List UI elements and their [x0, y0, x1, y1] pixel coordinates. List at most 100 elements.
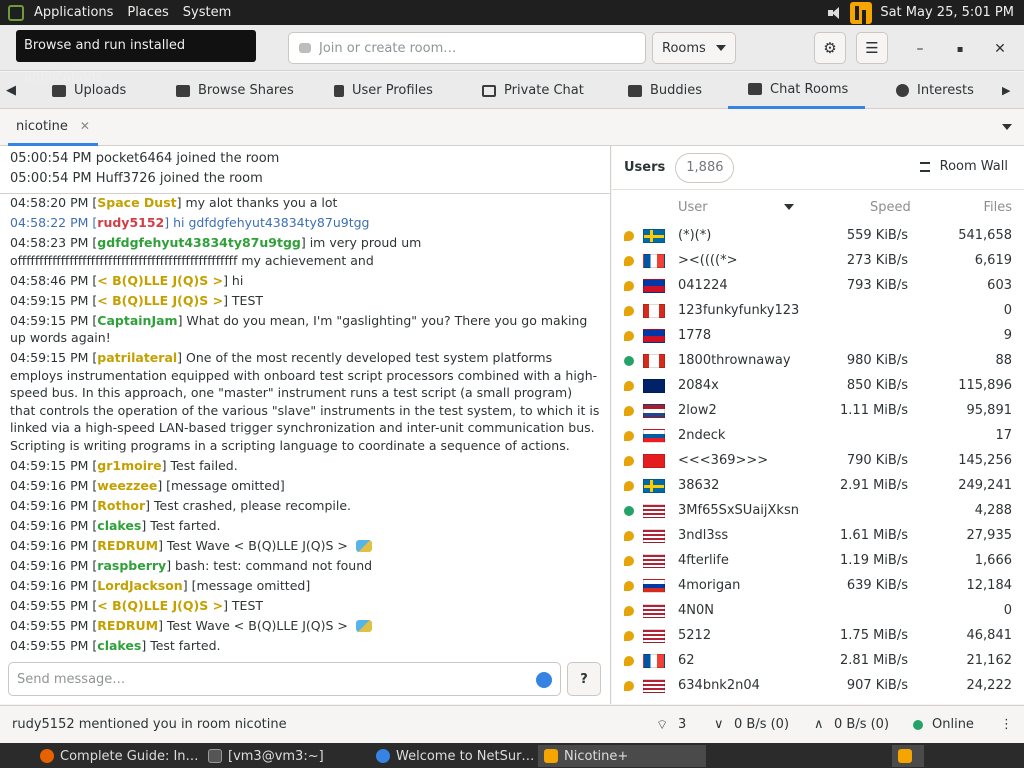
room-activity-log[interactable]: 05:00:54 PM pocket6464 joined the room 0…: [0, 146, 611, 194]
message-username[interactable]: gr1moire: [97, 458, 161, 473]
tab-browse-shares[interactable]: Browse Shares: [176, 72, 294, 109]
taskbar-workspace[interactable]: [892, 745, 924, 767]
message-username[interactable]: clakes: [97, 638, 141, 653]
message-username[interactable]: Space Dust: [97, 195, 176, 210]
rooms-dropdown[interactable]: Rooms: [652, 32, 736, 64]
user-name[interactable]: 1778: [678, 328, 711, 343]
sort-descending-icon[interactable]: [784, 204, 794, 210]
user-row[interactable]: <<<369>>> 790 KiB/s 145,256: [612, 449, 1024, 474]
more-vertical-icon[interactable]: ⋮: [1000, 717, 1013, 732]
tab-buddies[interactable]: Buddies: [628, 72, 702, 109]
message-username[interactable]: rudy5152: [97, 215, 164, 230]
join-room-input[interactable]: [319, 40, 619, 56]
user-name[interactable]: 634bnk2n04: [678, 678, 760, 693]
message-username[interactable]: raspberry: [97, 558, 166, 573]
user-name[interactable]: 2low2: [678, 403, 717, 418]
message-username[interactable]: patrilateral: [97, 350, 177, 365]
user-row[interactable]: ><((((*> 273 KiB/s 6,619: [612, 249, 1024, 274]
user-name[interactable]: 38632: [678, 478, 719, 493]
user-name[interactable]: 4morigan: [678, 578, 740, 593]
user-name[interactable]: <<<369>>>: [678, 453, 768, 468]
user-name[interactable]: ><((((*>: [678, 253, 737, 268]
user-row[interactable]: 62 2.81 MiB/s 21,162: [612, 649, 1024, 674]
message-username[interactable]: LordJackson: [97, 578, 182, 593]
message-username[interactable]: weezzee: [97, 478, 157, 493]
tab-private-chat[interactable]: Private Chat: [482, 72, 584, 109]
user-name[interactable]: 3Mf65SxSUaijXksn: [678, 503, 799, 518]
user-row[interactable]: 2ndeck 17: [612, 424, 1024, 449]
tab-user-profiles[interactable]: User Profiles: [334, 72, 433, 109]
user-row[interactable]: 123funkyfunky123 0: [612, 299, 1024, 324]
applications-menu[interactable]: Applications: [34, 5, 113, 20]
user-name[interactable]: 4fterlife: [678, 553, 729, 568]
nicotine-tray-icon[interactable]: [850, 1, 873, 24]
user-row[interactable]: 4N0N 0: [612, 599, 1024, 624]
taskbar-item-netsurf[interactable]: Welcome to NetSur…: [370, 745, 538, 767]
room-tab-nicotine[interactable]: nicotine ✕: [8, 109, 98, 146]
user-name[interactable]: 3ndl3ss: [678, 528, 728, 543]
preferences-button[interactable]: ⚙: [814, 32, 846, 64]
taskbar-item-nicotine[interactable]: Nicotine+: [538, 745, 706, 767]
user-row[interactable]: 1778 9: [612, 324, 1024, 349]
message-username[interactable]: REDRUM: [97, 538, 158, 553]
taskbar-item-browser[interactable]: Complete Guide: In…: [34, 745, 202, 767]
message-username[interactable]: clakes: [97, 518, 141, 533]
user-row[interactable]: 041224 793 KiB/s 603: [612, 274, 1024, 299]
tab-chat-rooms[interactable]: Chat Rooms: [728, 72, 865, 109]
online-status[interactable]: Online: [932, 717, 974, 732]
user-row[interactable]: (*)(*) 559 KiB/s 541,658: [612, 224, 1024, 249]
user-name[interactable]: 041224: [678, 278, 728, 293]
minimize-button[interactable]: –: [910, 39, 930, 59]
upload-speed[interactable]: 0 B/s (0): [834, 717, 889, 732]
user-name[interactable]: 4N0N: [678, 603, 714, 618]
message-username[interactable]: gdfdgfehyut43834ty87u9tgg: [97, 235, 301, 250]
message-username[interactable]: < B(Q)LLE J(Q)S >: [97, 598, 223, 613]
close-button[interactable]: ✕: [990, 39, 1010, 59]
tab-interests[interactable]: Interests: [896, 72, 974, 109]
message-username[interactable]: REDRUM: [97, 618, 158, 633]
download-speed[interactable]: 0 B/s (0): [734, 717, 789, 732]
user-name[interactable]: (*)(*): [678, 228, 711, 243]
user-row[interactable]: 3ndl3ss 1.61 MiB/s 27,935: [612, 524, 1024, 549]
column-files[interactable]: Files: [978, 200, 1012, 215]
clock[interactable]: Sat May 25, 5:01 PM: [880, 5, 1014, 20]
room-wall-button[interactable]: Room Wall: [919, 159, 1008, 174]
user-name[interactable]: 5212: [678, 628, 711, 643]
user-row[interactable]: 2low2 1.11 MiB/s 95,891: [612, 399, 1024, 424]
user-name[interactable]: 1800thrownaway: [678, 353, 791, 368]
maximize-button[interactable]: ▪: [950, 39, 970, 59]
user-row[interactable]: 1800thrownaway 980 KiB/s 88: [612, 349, 1024, 374]
send-message-input[interactable]: [17, 671, 517, 687]
user-row[interactable]: 634bnk2n04 907 KiB/s 24,222: [612, 674, 1024, 699]
send-message-field[interactable]: [8, 662, 561, 696]
message-username[interactable]: < B(Q)LLE J(Q)S >: [97, 273, 223, 288]
user-name[interactable]: 62: [678, 653, 695, 668]
tab-scroll-left[interactable]: ◀: [6, 72, 26, 109]
user-row[interactable]: 3Mf65SxSUaijXksn 4,288: [612, 499, 1024, 524]
user-row[interactable]: 2084x 850 KiB/s 115,896: [612, 374, 1024, 399]
chat-messages[interactable]: 04:58:20 PM [Space Dust] my alot thanks …: [0, 194, 611, 656]
user-row[interactable]: 5212 1.75 MiB/s 46,841: [612, 624, 1024, 649]
taskbar-item-terminal[interactable]: [vm3@vm3:~]: [202, 745, 368, 767]
close-icon[interactable]: ✕: [80, 119, 90, 133]
user-name[interactable]: 123funkyfunky123: [678, 303, 799, 318]
column-user[interactable]: User: [678, 200, 708, 215]
places-menu[interactable]: Places: [127, 5, 168, 20]
message-username[interactable]: < B(Q)LLE J(Q)S >: [97, 293, 223, 308]
applications-icon[interactable]: [8, 4, 24, 21]
join-room-field[interactable]: [288, 32, 646, 64]
system-menu[interactable]: System: [183, 5, 231, 20]
column-speed[interactable]: Speed: [870, 200, 911, 215]
room-tabs-menu-button[interactable]: [1002, 124, 1012, 130]
user-name[interactable]: 2ndeck: [678, 428, 725, 443]
message-username[interactable]: CaptainJam: [97, 313, 177, 328]
user-row[interactable]: 38632 2.91 MiB/s 249,241: [612, 474, 1024, 499]
main-menu-button[interactable]: ☰: [856, 32, 888, 64]
user-row[interactable]: 4morigan 639 KiB/s 12,184: [612, 574, 1024, 599]
volume-icon[interactable]: [828, 6, 842, 20]
message-username[interactable]: Rothor: [97, 498, 145, 513]
tab-scroll-right[interactable]: ▶: [1002, 72, 1016, 109]
chat-help-button[interactable]: ?: [567, 662, 601, 696]
emoji-icon[interactable]: [536, 672, 552, 688]
user-row[interactable]: 4fterlife 1.19 MiB/s 1,666: [612, 549, 1024, 574]
